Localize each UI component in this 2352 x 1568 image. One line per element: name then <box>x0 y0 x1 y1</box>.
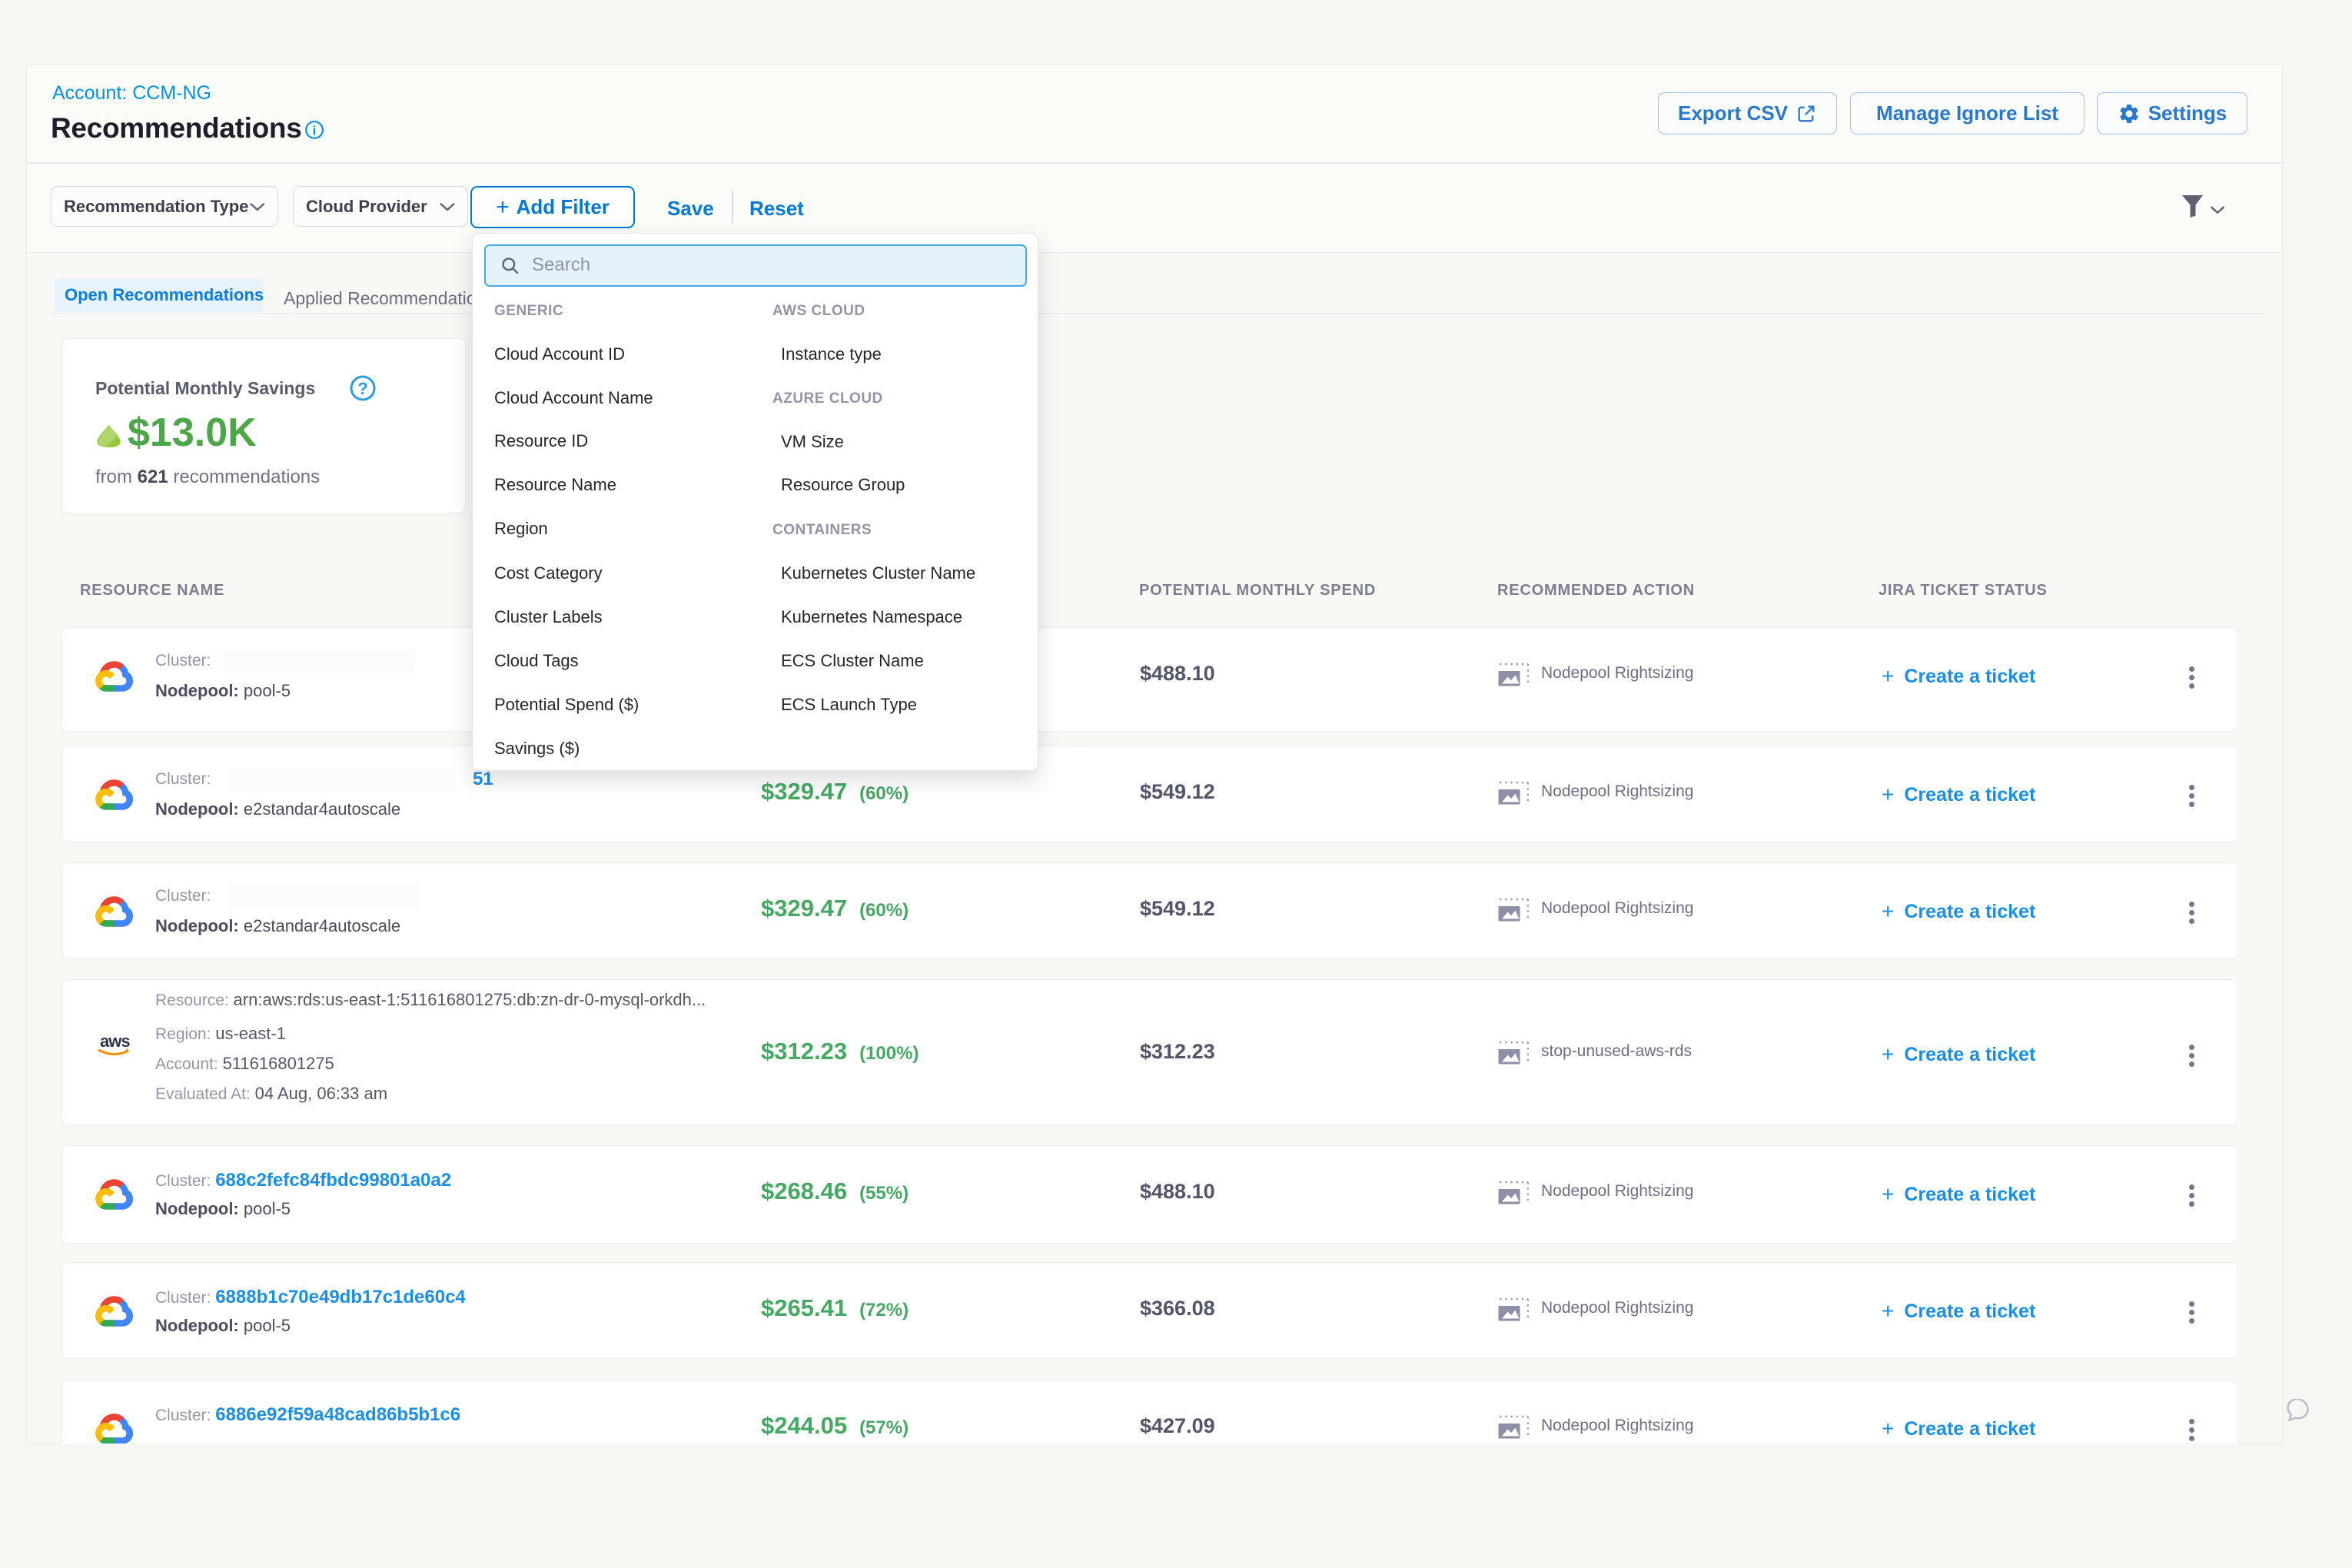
svg-text:i: i <box>313 124 317 138</box>
svg-text:?: ? <box>357 379 367 398</box>
svg-text:aws: aws <box>100 1031 130 1051</box>
